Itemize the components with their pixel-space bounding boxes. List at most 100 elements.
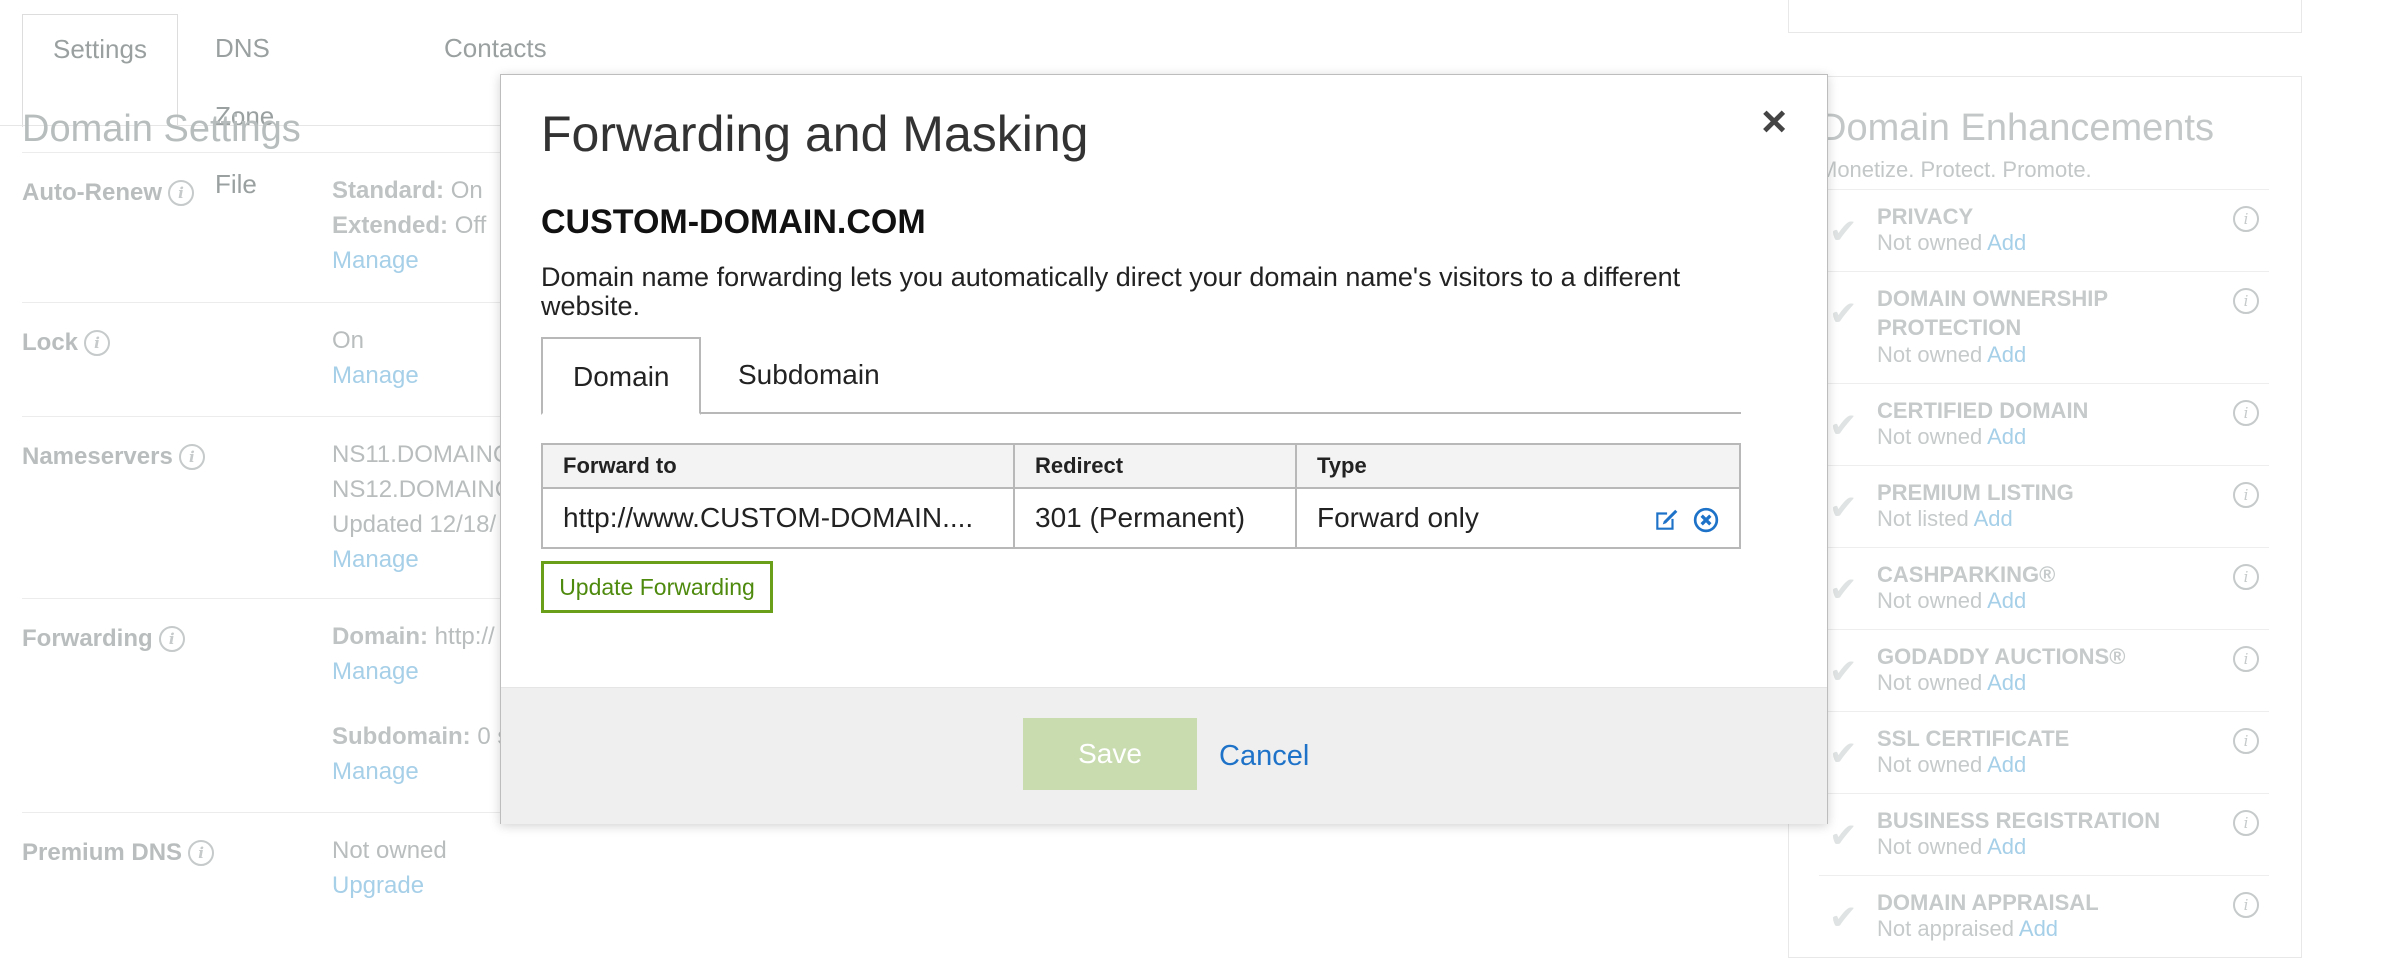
type-cell: Forward only xyxy=(1295,487,1741,549)
info-icon[interactable]: i xyxy=(2233,728,2259,754)
check-icon: ✔ xyxy=(1829,571,1858,609)
enhancement-name: BUSINESS REGISTRATION xyxy=(1877,808,2161,833)
info-icon[interactable]: i xyxy=(178,444,205,470)
info-icon[interactable]: i xyxy=(2233,892,2259,918)
enhancement-status: Not listed Add xyxy=(1877,506,2013,531)
info-icon[interactable]: i xyxy=(2233,400,2259,426)
manage-link[interactable]: Manage xyxy=(332,754,509,789)
info-icon[interactable]: i xyxy=(188,840,215,866)
enhancement-name: PRIVACY xyxy=(1877,204,1974,229)
manage-link[interactable]: Manage xyxy=(332,542,512,577)
table-header-row: Forward to Redirect Type xyxy=(541,443,1741,489)
manage-link[interactable]: Manage xyxy=(332,358,419,393)
enhancement-status: Not owned Add xyxy=(1877,670,2027,695)
table-row: http://www.CUSTOM-DOMAIN.... 301 (Perman… xyxy=(541,487,1741,549)
info-icon[interactable]: i xyxy=(2233,810,2259,836)
setting-label: Nameservers i xyxy=(22,443,205,471)
forward-to-cell: http://www.CUSTOM-DOMAIN.... xyxy=(541,487,1015,549)
enhancement-name: CERTIFIED DOMAIN xyxy=(1877,398,2089,423)
enhancement-name: PREMIUM LISTING xyxy=(1877,480,2074,505)
column-header: Forward to xyxy=(541,443,1015,489)
setting-label: Forwarding i xyxy=(22,625,185,653)
modal-footer: Save Cancel xyxy=(501,687,1827,824)
add-link[interactable]: Add xyxy=(2019,916,2058,941)
column-header: Type xyxy=(1295,443,1741,489)
check-icon: ✔ xyxy=(1829,653,1858,691)
add-link[interactable]: Add xyxy=(1987,834,2026,859)
edit-icon[interactable] xyxy=(1653,507,1679,533)
add-link[interactable]: Add xyxy=(1987,342,2026,367)
info-icon[interactable]: i xyxy=(2233,482,2259,508)
manage-link[interactable]: Manage xyxy=(332,654,509,689)
domain-settings-title: Domain Settings xyxy=(22,108,301,150)
setting-value: On Manage xyxy=(332,323,419,393)
row-actions xyxy=(1647,502,1719,534)
setting-value: NS11.DOMAINC NS12.DOMAINC Updated 12/18/… xyxy=(332,437,512,577)
enhancement-item: ✔ CASHPARKING® Not owned Add i xyxy=(1819,547,2269,630)
right-top-box xyxy=(1788,0,2302,33)
column-header: Redirect xyxy=(1013,443,1297,489)
enhancement-item: ✔ SSL CERTIFICATE Not owned Add i xyxy=(1819,711,2269,794)
tab-domain[interactable]: Domain xyxy=(541,337,702,415)
info-icon[interactable]: i xyxy=(2233,206,2259,232)
info-icon[interactable]: i xyxy=(2233,646,2259,672)
enhancement-name: DOMAIN OWNERSHIP PROTECTION xyxy=(1877,286,2108,340)
setting-value: Domain: http:// Manage Subdomain: 0 s Ma… xyxy=(332,619,509,789)
info-icon[interactable]: i xyxy=(2233,288,2259,314)
forwarding-modal: Forwarding and Masking × CUSTOM-DOMAIN.C… xyxy=(500,74,1828,824)
info-icon[interactable]: i xyxy=(158,626,185,652)
add-link[interactable]: Add xyxy=(1987,230,2026,255)
check-icon: ✔ xyxy=(1829,899,1858,937)
enhancement-item: ✔ BUSINESS REGISTRATION Not owned Add i xyxy=(1819,793,2269,876)
update-forwarding-button[interactable]: Update Forwarding xyxy=(541,561,773,613)
enhancement-name: GODADDY AUCTIONS® xyxy=(1877,644,2126,669)
close-icon[interactable]: × xyxy=(1761,97,1787,147)
enhancement-status: Not owned Add xyxy=(1877,752,2027,777)
modal-domain-name: CUSTOM-DOMAIN.COM xyxy=(541,203,926,241)
enhancements-subtitle: Monetize. Protect. Promote. xyxy=(1819,157,2092,182)
tab-subdomain[interactable]: Subdomain xyxy=(708,337,910,412)
domain-enhancements-panel: Domain Enhancements Monetize. Protect. P… xyxy=(1788,76,2302,958)
page: Settings DNS Zone File Contacts Domain S… xyxy=(0,0,2392,958)
remove-icon[interactable] xyxy=(1693,507,1719,533)
info-icon[interactable]: i xyxy=(2233,564,2259,590)
manage-link[interactable]: Manage xyxy=(332,243,486,278)
enhancement-name: CASHPARKING® xyxy=(1877,562,2056,587)
upgrade-link[interactable]: Upgrade xyxy=(332,868,447,903)
info-icon[interactable]: i xyxy=(168,180,194,206)
modal-title: Forwarding and Masking xyxy=(541,106,1089,162)
check-icon: ✔ xyxy=(1829,817,1858,855)
check-icon: ✔ xyxy=(1829,213,1858,251)
enhancement-name: DOMAIN APPRAISAL xyxy=(1877,890,2099,915)
enhancement-item: ✔ DOMAIN APPRAISAL Not appraised Add i xyxy=(1819,875,2269,958)
setting-label: Lock i xyxy=(22,329,111,357)
enhancement-status: Not owned Add xyxy=(1877,230,2027,255)
add-link[interactable]: Add xyxy=(1987,670,2026,695)
add-link[interactable]: Add xyxy=(1987,424,2026,449)
enhancement-name: SSL CERTIFICATE xyxy=(1877,726,2070,751)
enhancement-status: Not owned Add xyxy=(1877,424,2027,449)
check-icon: ✔ xyxy=(1829,407,1858,445)
save-button[interactable]: Save xyxy=(1023,718,1197,790)
add-link[interactable]: Add xyxy=(1987,588,2026,613)
check-icon: ✔ xyxy=(1829,735,1858,773)
enhancement-item: ✔ PREMIUM LISTING Not listed Add i xyxy=(1819,465,2269,548)
setting-premium-dns: Premium DNS i Not owned Upgrade xyxy=(22,812,1782,929)
enhancement-item: ✔ PRIVACY Not owned Add i xyxy=(1819,189,2269,272)
info-icon[interactable]: i xyxy=(84,330,111,356)
add-link[interactable]: Add xyxy=(1987,752,2026,777)
enhancement-status: Not owned Add xyxy=(1877,834,2027,859)
cancel-link[interactable]: Cancel xyxy=(1219,740,1309,773)
setting-value: Not owned Upgrade xyxy=(332,833,447,903)
setting-label: Auto-Renew i xyxy=(22,179,194,207)
setting-value: Standard: On Extended: Off Manage xyxy=(332,173,486,278)
modal-tabs: Domain Subdomain xyxy=(541,337,1741,415)
enhancement-item: ✔ CERTIFIED DOMAIN Not owned Add i xyxy=(1819,383,2269,466)
enhancement-item: ✔ DOMAIN OWNERSHIP PROTECTION Not owned … xyxy=(1819,271,2269,384)
modal-description: Domain name forwarding lets you automati… xyxy=(541,262,1681,321)
check-icon: ✔ xyxy=(1829,295,1858,333)
type-value: Forward only xyxy=(1317,502,1479,533)
setting-label: Premium DNS i xyxy=(22,839,215,867)
add-link[interactable]: Add xyxy=(1974,506,2013,531)
enhancements-title: Domain Enhancements xyxy=(1819,107,2214,149)
